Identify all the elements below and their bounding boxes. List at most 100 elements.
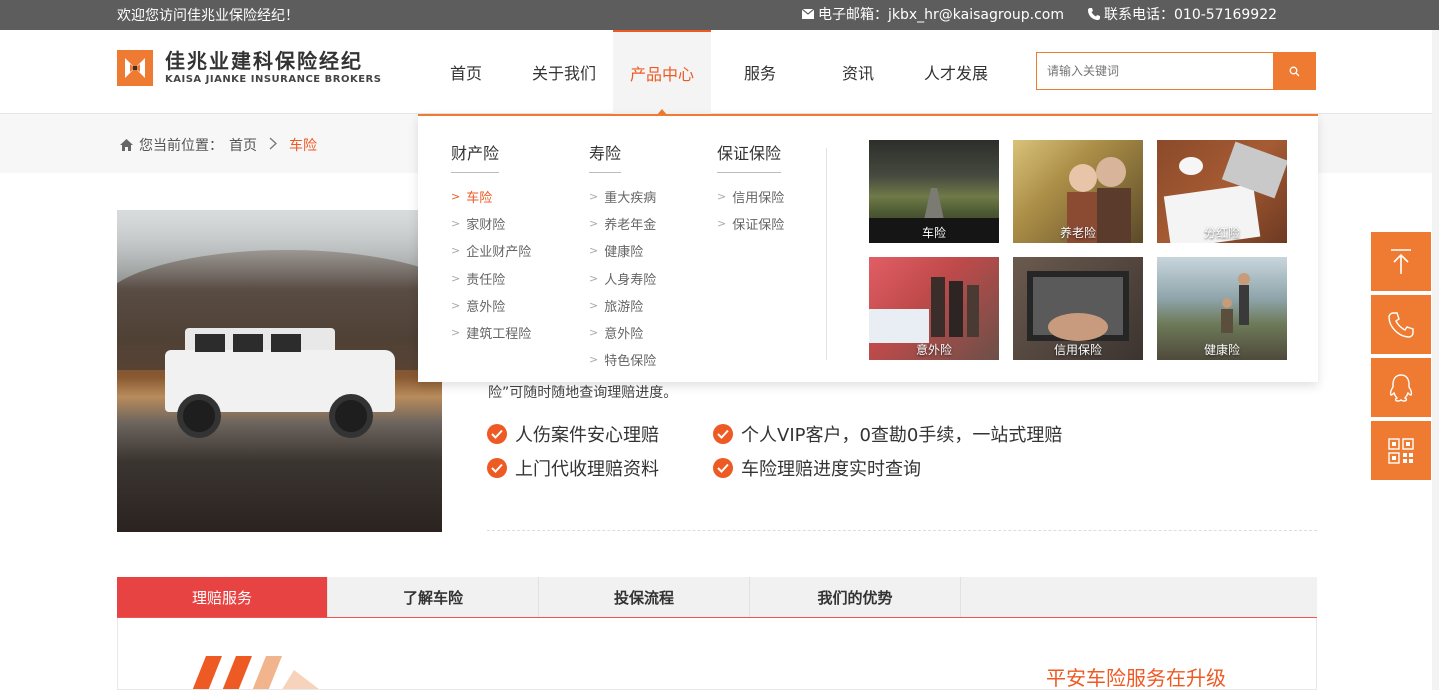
check-icon [487, 424, 507, 444]
tab-about-car-insurance[interactable]: 了解车险 [328, 577, 539, 617]
chevron-right-icon: > [717, 190, 727, 204]
menu-column-guarantee: 保证保险 > 信用保险 > 保证保险 [717, 140, 784, 237]
email-info[interactable]: 电子邮箱：jkbx_hr@kaisagroup.com [802, 4, 1064, 24]
menu-item[interactable]: > 保证保险 [717, 210, 784, 237]
nav-products[interactable]: 产品中心 [613, 30, 711, 116]
tab-claims-service[interactable]: 理赔服务 [117, 577, 328, 617]
panel-title: 平安车险服务在升级 [1046, 666, 1226, 690]
logo-mark-icon [117, 50, 153, 86]
back-to-top-button[interactable] [1371, 232, 1431, 291]
check-icon [713, 424, 733, 444]
menu-divider [826, 148, 827, 360]
menu-item[interactable]: > 车险 [451, 183, 531, 210]
phone-button[interactable] [1371, 295, 1431, 354]
menu-item[interactable]: > 企业财产险 [451, 237, 531, 264]
products-mega-menu: 财产险 > 车险 > 家财险 > 企业财产险 > 责任险 > 意外险 > 建筑工程险 寿险 … [418, 114, 1318, 382]
chevron-right-icon: > [589, 217, 599, 231]
menu-column-life: 寿险 > 重大疾病 > 养老年金 > 健康险 > 人身寿险 > 旅游险 > 意外险 > 特色保… [589, 140, 656, 373]
nav-careers[interactable]: 人才发展 [907, 30, 1005, 114]
logo[interactable]: 佳兆业建科保险经纪 KAISA JIANKE INSURANCE BROKERS [117, 50, 381, 86]
chevron-right-icon: > [451, 271, 461, 285]
breadcrumb: 您当前位置： 首页 车险 [120, 135, 317, 155]
logo-text-en: KAISA JIANKE INSURANCE BROKERS [165, 74, 382, 85]
jeep-illustration [155, 322, 405, 442]
intro-text: 险”可随时随地查询理赔进度。 [488, 385, 678, 401]
menu-item[interactable]: > 养老年金 [589, 210, 656, 237]
chevron-right-icon: > [589, 244, 599, 258]
thumb-accident-insurance[interactable]: 意外险 [869, 257, 999, 360]
menu-column-title: 财产险 [451, 140, 500, 173]
breadcrumb-current: 车险 [289, 138, 317, 154]
search-box [1036, 52, 1316, 90]
feature-item: 上门代收理赔资料 [487, 455, 659, 481]
menu-item[interactable]: > 重大疾病 [589, 183, 656, 210]
check-icon [487, 458, 507, 478]
menu-item[interactable]: > 建筑工程险 [451, 319, 531, 346]
menu-column-property: 财产险 > 车险 > 家财险 > 企业财产险 > 责任险 > 意外险 > 建筑工程险 [451, 140, 531, 346]
thumb-credit-insurance[interactable]: 信用保险 [1013, 257, 1143, 360]
menu-item[interactable]: > 家财险 [451, 210, 531, 237]
scrollbar[interactable] [1432, 30, 1439, 690]
search-input[interactable] [1037, 53, 1273, 89]
back-to-top-icon [1391, 248, 1411, 274]
feature-text: 个人VIP客户，0查勘0手续，一站式理赔 [741, 425, 1063, 446]
chevron-right-icon [269, 137, 277, 154]
menu-item[interactable]: > 责任险 [451, 265, 531, 292]
tab-insure-process[interactable]: 投保流程 [539, 577, 750, 617]
chevron-right-icon: > [451, 190, 461, 204]
phone-icon [1388, 311, 1414, 338]
menu-item[interactable]: > 意外险 [451, 292, 531, 319]
menu-item[interactable]: > 健康险 [589, 237, 656, 264]
home-icon [120, 139, 133, 151]
feature-item: 个人VIP客户，0查勘0手续，一站式理赔 [713, 421, 1062, 447]
menu-item[interactable]: > 信用保险 [717, 183, 784, 210]
feature-text: 车险理赔进度实时查询 [741, 459, 921, 480]
phone-info[interactable]: 联系电话：010-57169922 [1088, 4, 1277, 24]
breadcrumb-home[interactable]: 首页 [229, 135, 257, 155]
chevron-right-icon: > [589, 271, 599, 285]
top-bar: 欢迎您访问佳兆业保险经纪！ 电子邮箱：jkbx_hr@kaisagroup.co… [0, 0, 1439, 30]
email-text: 电子邮箱：jkbx_hr@kaisagroup.com [818, 7, 1065, 23]
menu-item[interactable]: > 旅游险 [589, 292, 656, 319]
qrcode-icon [1388, 437, 1414, 464]
nav-news[interactable]: 资讯 [809, 30, 907, 114]
menu-column-title: 寿险 [589, 140, 622, 173]
welcome-text: 欢迎您访问佳兆业保险经纪！ [117, 8, 299, 24]
check-icon [713, 458, 733, 478]
qq-button[interactable] [1371, 358, 1431, 417]
thumb-car-insurance[interactable]: 车险 [869, 140, 999, 243]
dashed-divider [487, 530, 1317, 531]
menu-item[interactable]: > 特色保险 [589, 346, 656, 373]
feature-text: 人伤案件安心理赔 [515, 425, 659, 446]
phone-text: 联系电话：010-57169922 [1104, 7, 1278, 23]
main-nav: 首页 关于我们 产品中心 服务 资讯 人才发展 [417, 30, 1005, 116]
chevron-right-icon: > [451, 217, 461, 231]
search-icon [1289, 66, 1299, 76]
content-tabs: 理赔服务 了解车险 投保流程 我们的优势 [117, 577, 1317, 618]
thumb-pension-insurance[interactable]: 养老险 [1013, 140, 1143, 243]
chevron-right-icon: > [717, 217, 727, 231]
nav-home[interactable]: 首页 [417, 30, 515, 114]
feature-text: 上门代收理赔资料 [515, 459, 659, 480]
nav-about[interactable]: 关于我们 [515, 30, 613, 114]
breadcrumb-label: 您当前位置： [139, 138, 223, 154]
thumb-dividend-insurance[interactable]: 分红险 [1157, 140, 1287, 243]
decorative-stripes [192, 656, 319, 689]
chevron-right-icon: > [451, 244, 461, 258]
qq-icon [1389, 373, 1413, 402]
car-photo [117, 210, 442, 532]
chevron-right-icon: > [589, 298, 599, 312]
phone-small-icon [1088, 8, 1100, 20]
chevron-right-icon: > [451, 298, 461, 312]
mail-icon [802, 9, 814, 19]
thumb-health-insurance[interactable]: 健康险 [1157, 257, 1287, 360]
qrcode-button[interactable] [1371, 421, 1431, 480]
menu-item[interactable]: > 意外险 [589, 319, 656, 346]
tab-our-advantages[interactable]: 我们的优势 [750, 577, 961, 617]
nav-services[interactable]: 服务 [711, 30, 809, 114]
menu-item[interactable]: > 人身寿险 [589, 265, 656, 292]
logo-text-cn: 佳兆业建科保险经纪 [165, 49, 363, 73]
search-button[interactable] [1273, 53, 1315, 89]
feature-item: 车险理赔进度实时查询 [713, 455, 921, 481]
header: 佳兆业建科保险经纪 KAISA JIANKE INSURANCE BROKERS… [0, 30, 1439, 116]
